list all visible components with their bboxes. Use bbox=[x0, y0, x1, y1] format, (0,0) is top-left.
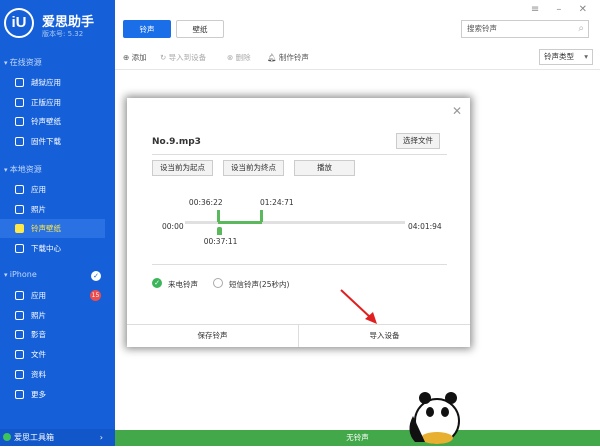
sidebar-item-icon bbox=[15, 330, 24, 340]
time-total: 04:01:94 bbox=[408, 222, 442, 231]
sidebar-item-icon bbox=[15, 185, 24, 194]
search-input[interactable]: 搜索铃声 ⌕ bbox=[461, 20, 589, 38]
sidebar-item-icon bbox=[15, 291, 24, 300]
sidebar-item[interactable]: 下载中心 bbox=[0, 239, 105, 258]
toolbox-button[interactable]: 爱思工具箱 › bbox=[0, 429, 115, 446]
import-to-device-button[interactable]: ↻ 导入到设备 bbox=[160, 52, 206, 63]
start-time-label: 00:36:22 bbox=[188, 198, 223, 207]
sidebar-section[interactable]: iPhone bbox=[4, 270, 37, 279]
sidebar-item[interactable]: 应用 bbox=[0, 180, 105, 199]
sidebar-item-label: 更多 bbox=[31, 389, 46, 399]
connected-check-icon: ✓ bbox=[91, 271, 101, 281]
make-ringtone-button[interactable]: 🔔︎ 制作铃声 bbox=[267, 52, 309, 63]
sidebar-item-icon bbox=[15, 389, 24, 399]
delete-button[interactable]: ⊗ 删除 bbox=[227, 52, 251, 63]
sidebar-item[interactable]: 正版应用 bbox=[0, 93, 105, 112]
close-icon[interactable]: ✕ bbox=[452, 104, 462, 118]
sidebar-item-label: 应用 bbox=[31, 185, 46, 194]
time-zero: 00:00 bbox=[162, 222, 184, 231]
sidebar-item-icon bbox=[15, 204, 24, 214]
chevron-right-icon: › bbox=[99, 433, 103, 442]
sidebar: iU 爱思助手 版本号: 5.32 在线资源越狱应用正版应用铃声壁纸固件下载本地… bbox=[0, 0, 115, 446]
sidebar-item-label: 铃声壁纸 bbox=[31, 224, 61, 234]
sidebar-item[interactable]: 越狱应用 bbox=[0, 73, 105, 92]
red-arrow-annotation bbox=[340, 289, 377, 324]
import-device-button[interactable]: 导入设备 bbox=[298, 325, 470, 347]
sidebar-section[interactable]: 在线资源 bbox=[4, 57, 42, 68]
sidebar-item[interactable]: 照片 bbox=[0, 200, 105, 219]
sidebar-section[interactable]: 本地资源 bbox=[4, 164, 42, 175]
sidebar-item-icon bbox=[15, 137, 24, 147]
add-label: 添加 bbox=[131, 53, 147, 62]
panda-mascot-icon bbox=[409, 392, 460, 444]
set-end-button[interactable]: 设当前为终点 bbox=[223, 160, 284, 176]
status-dot-icon bbox=[3, 433, 11, 441]
sidebar-item-label: 文件 bbox=[31, 350, 46, 360]
window-controls[interactable]: ≡ – ✕ bbox=[531, 4, 594, 15]
search-placeholder: 搜索铃声 bbox=[467, 24, 497, 33]
selected-range bbox=[217, 221, 262, 224]
app-version: 版本号: 5.32 bbox=[42, 30, 84, 38]
add-button[interactable]: ⊕ 添加 bbox=[123, 52, 147, 63]
sidebar-item[interactable]: 铃声壁纸 bbox=[0, 112, 105, 131]
tab-wallpaper[interactable]: 壁纸 bbox=[176, 20, 224, 38]
count-badge: 15 bbox=[90, 290, 101, 301]
import-label: 导入到设备 bbox=[168, 53, 207, 62]
save-ringtone-button[interactable]: 保存铃声 bbox=[127, 325, 298, 347]
sidebar-item-icon bbox=[15, 369, 24, 379]
sidebar-item-icon bbox=[15, 224, 24, 234]
search-icon[interactable]: ⌕ bbox=[578, 21, 584, 37]
radio-sms-ringtone[interactable] bbox=[213, 278, 223, 288]
choose-file-button[interactable]: 选择文件 bbox=[396, 133, 440, 149]
sidebar-item[interactable]: 照片 bbox=[0, 306, 105, 325]
sidebar-item[interactable]: 文件 bbox=[0, 345, 105, 364]
sidebar-item-icon bbox=[15, 350, 24, 360]
sidebar-item-label: 下载中心 bbox=[31, 244, 61, 254]
sidebar-item-label: 铃声壁纸 bbox=[31, 117, 61, 127]
sidebar-item-label: 照片 bbox=[31, 310, 46, 320]
sidebar-item-label: 资料 bbox=[31, 369, 46, 379]
watermark-logo bbox=[405, 376, 600, 446]
set-start-button[interactable]: 设当前为起点 bbox=[152, 160, 213, 176]
sidebar-item-label: 固件下载 bbox=[31, 137, 61, 147]
divider bbox=[115, 69, 600, 70]
sidebar-item[interactable]: 铃声壁纸 bbox=[0, 219, 105, 239]
sidebar-item-icon bbox=[15, 78, 24, 87]
tab-ringtone[interactable]: 铃声 bbox=[123, 20, 171, 38]
sidebar-item-icon bbox=[15, 244, 24, 254]
end-marker[interactable] bbox=[260, 210, 264, 222]
sidebar-item-icon bbox=[15, 97, 24, 107]
delete-label: 删除 bbox=[235, 53, 251, 62]
ringtone-type-select[interactable]: 铃声类型 bbox=[539, 49, 593, 65]
sidebar-item-icon bbox=[15, 310, 24, 320]
sidebar-item-label: 照片 bbox=[31, 204, 46, 214]
divider bbox=[152, 264, 447, 265]
radio-call-ringtone[interactable]: ✓ bbox=[152, 278, 162, 288]
sidebar-item[interactable]: 应用 15 bbox=[0, 286, 105, 305]
sidebar-item[interactable]: 资料 bbox=[0, 365, 105, 384]
sidebar-item-icon bbox=[15, 117, 24, 127]
playhead[interactable] bbox=[216, 227, 222, 235]
sidebar-item-label: 正版应用 bbox=[31, 97, 61, 107]
call-ringtone-label: 来电铃声 bbox=[168, 280, 198, 289]
end-time-label: 01:24:71 bbox=[260, 198, 294, 207]
play-button[interactable]: 播放 bbox=[294, 160, 355, 176]
toolbox-label: 爱思工具箱 bbox=[14, 433, 54, 442]
sms-ringtone-label: 短信铃声(25秒内) bbox=[229, 280, 290, 289]
app-name: 爱思助手 bbox=[42, 15, 95, 30]
sidebar-item-label: 应用 bbox=[31, 291, 46, 300]
file-name: No.9.mp3 bbox=[152, 137, 201, 147]
start-marker[interactable] bbox=[216, 210, 220, 222]
app-logo: iU bbox=[4, 8, 34, 38]
divider bbox=[152, 154, 447, 155]
ringtone-maker-dialog: ✕ No.9.mp3 选择文件 设当前为起点 设当前为终点 播放 00:00 0… bbox=[127, 98, 470, 347]
current-time-label: 00:37:11 bbox=[203, 237, 238, 246]
sidebar-item-label: 越狱应用 bbox=[31, 78, 61, 87]
make-label: 制作铃声 bbox=[278, 53, 309, 62]
sidebar-item[interactable]: 更多 bbox=[0, 385, 105, 404]
sidebar-item-label: 影音 bbox=[31, 330, 46, 340]
dialog-footer: 保存铃声 导入设备 bbox=[127, 324, 470, 347]
sidebar-item[interactable]: 影音 bbox=[0, 325, 105, 344]
sidebar-item[interactable]: 固件下载 bbox=[0, 132, 105, 151]
